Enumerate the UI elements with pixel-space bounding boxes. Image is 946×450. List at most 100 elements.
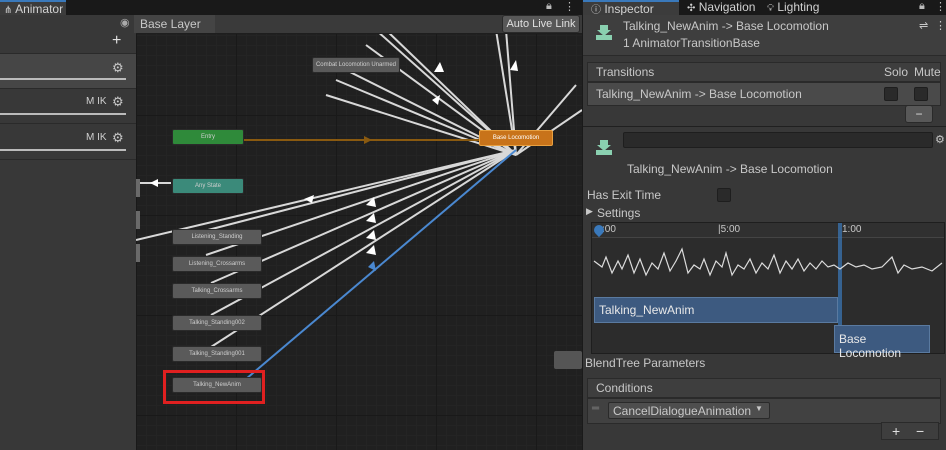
layer-flags: M IK <box>86 132 107 143</box>
inspector-header: Talking_NewAnim -> Base Locomotion 1 Ani… <box>583 15 946 56</box>
condition-row[interactable]: ═ CancelDialogueAnimation ▼ <box>587 398 941 424</box>
kebab-menu-icon[interactable]: ⋮ <box>935 0 946 13</box>
tab-lighting[interactable]: 💡︎ Lighting <box>763 0 853 15</box>
lightbulb-icon: 💡︎ <box>767 3 774 14</box>
tab-inspector-label: Inspector <box>604 2 654 16</box>
arrow-icon <box>304 195 314 203</box>
mute-label: Mute <box>914 65 941 79</box>
layer-weight-slider[interactable] <box>0 113 126 115</box>
arrow-icon <box>510 60 518 71</box>
timeline-ruler[interactable]: :00 |5:00 1:00 <box>592 223 944 238</box>
state-machine-graph[interactable]: Combat Locomotion Unarmed Entry Base Loc… <box>136 15 582 450</box>
arrow-icon <box>364 136 372 144</box>
has-exit-time-checkbox[interactable] <box>717 188 731 202</box>
add-condition-button[interactable]: + <box>892 423 900 439</box>
dest-clip-bar[interactable]: Base Locomotion <box>834 325 930 360</box>
transition-icon <box>595 23 613 41</box>
tab-animator[interactable]: ⋔ Animator <box>0 0 66 16</box>
offscreen-node-stub <box>136 179 140 197</box>
transition-list-item[interactable]: Talking_NewAnim -> Base Locomotion <box>587 82 941 106</box>
tab-inspector[interactable]: ⓘ Inspector <box>583 0 679 16</box>
layer-weight-slider[interactable] <box>0 78 126 80</box>
transition-name-field[interactable] <box>623 132 933 148</box>
drag-handle-icon[interactable]: ═ <box>592 403 599 414</box>
lock-icon[interactable]: 🔒︎ <box>919 0 925 13</box>
curve-graph <box>593 247 943 277</box>
kebab-menu-icon[interactable]: ⋮ <box>564 0 575 13</box>
blend-tree-parameters-label: BlendTree Parameters <box>585 356 706 370</box>
any-state-node[interactable]: Any State <box>172 178 244 194</box>
layer-flags: M IK <box>86 96 107 107</box>
conditions-label: Conditions <box>596 381 653 395</box>
breadcrumb[interactable]: Base Layer <box>134 15 215 33</box>
layer-row[interactable]: ⚙ <box>0 53 136 89</box>
conditions-header: Conditions <box>587 378 941 398</box>
animator-window-bar: 🔒︎ ⋮ <box>136 0 582 15</box>
header-subtitle: 1 AnimatorTransitionBase <box>623 36 760 50</box>
state-node-combat[interactable]: Combat Locomotion Unarmed <box>312 57 400 73</box>
gear-icon[interactable]: ⚙ <box>112 60 124 76</box>
state-node-talking-crossarms[interactable]: Talking_Crossarms <box>172 283 262 299</box>
offscreen-node-stub <box>136 211 140 229</box>
transition-timeline[interactable]: :00 |5:00 1:00 Talking_NewAnim Base Loco… <box>591 222 945 360</box>
tick-label: |5:00 <box>718 224 741 235</box>
transition-line <box>325 94 517 156</box>
offscreen-node-stub <box>136 244 140 262</box>
settings-foldout[interactable]: Settings <box>597 206 640 220</box>
state-node-listening-standing[interactable]: Listening_Standing <box>172 229 262 245</box>
chevron-down-icon: ▼ <box>755 404 763 413</box>
source-clip-bar[interactable]: Talking_NewAnim <box>594 297 838 323</box>
divider <box>583 126 946 127</box>
layers-panel: ⋔ Animator + ⚙ M IK ⚙ M IK ⚙ <box>0 0 136 450</box>
layer-row[interactable]: M IK ⚙ <box>0 89 136 124</box>
animator-tabbar: ⋔ Animator <box>0 0 136 16</box>
gear-icon[interactable]: ⚙ <box>112 94 124 110</box>
breadcrumb-base-layer[interactable]: Base Layer <box>140 17 201 31</box>
entry-node[interactable]: Entry <box>172 129 244 145</box>
add-layer-button[interactable]: + <box>112 32 121 50</box>
state-node-talking-standing002[interactable]: Talking_Standing002 <box>172 315 262 331</box>
condition-parameter-dropdown[interactable]: CancelDialogueAnimation ▼ <box>608 402 770 419</box>
settings-sliders-icon[interactable]: ⇌ <box>919 19 928 32</box>
eye-icon[interactable]: ◉ <box>120 16 130 29</box>
tab-navigation-label: Navigation <box>698 0 756 14</box>
solo-label: Solo <box>884 65 909 79</box>
dest-clip-label: Base Locomotion <box>839 332 902 360</box>
graph-breadcrumb-bar: ◉ Base Layer Auto Live Link <box>120 15 582 34</box>
layer-weight-slider[interactable] <box>0 149 126 151</box>
condition-parameter-value: CancelDialogueAnimation <box>613 404 752 418</box>
navigation-icon: ✣ <box>687 3 696 14</box>
arrow-icon <box>150 179 158 187</box>
gear-icon[interactable]: ⚙ <box>935 133 945 146</box>
tab-lighting-label: Lighting <box>777 0 820 14</box>
arrow-icon <box>368 261 376 271</box>
tab-navigation[interactable]: ✣ Navigation <box>683 0 773 15</box>
remove-transition-button[interactable]: − <box>905 105 933 123</box>
animator-icon: ⋔ <box>4 5 13 16</box>
gear-icon[interactable]: ⚙ <box>112 130 124 146</box>
kebab-menu-icon[interactable]: ⋮ <box>935 19 946 32</box>
header-title: Talking_NewAnim -> Base Locomotion <box>623 19 829 33</box>
solo-checkbox[interactable] <box>884 87 898 101</box>
transition-detail-title: Talking_NewAnim -> Base Locomotion <box>627 162 833 176</box>
remove-condition-button[interactable]: − <box>916 423 924 439</box>
auto-live-link-button[interactable]: Auto Live Link <box>502 15 580 33</box>
state-node-talking-standing001[interactable]: Talking_Standing001 <box>172 346 262 362</box>
transition-icon <box>595 138 613 156</box>
state-node-base-locomotion[interactable]: Base Locomotion <box>479 130 553 146</box>
lock-icon[interactable]: 🔒︎ <box>546 0 552 13</box>
offscreen-node-stub <box>554 351 582 369</box>
transition-line <box>136 149 517 241</box>
layer-row[interactable]: M IK ⚙ <box>0 125 136 160</box>
inspector-tabbar: ⓘ Inspector ✣ Navigation 💡︎ Lighting 🔒︎ … <box>583 0 946 16</box>
has-exit-time-label: Has Exit Time <box>587 188 662 202</box>
chevron-right-icon[interactable]: ▶ <box>586 206 593 217</box>
mute-checkbox[interactable] <box>914 87 928 101</box>
layers-toolbar: + <box>0 32 136 52</box>
transition-item-label: Talking_NewAnim -> Base Locomotion <box>596 87 802 101</box>
state-node-listening-crossarms[interactable]: Listening_Crossarms <box>172 256 262 272</box>
arrow-icon <box>434 62 444 72</box>
transitions-label: Transitions <box>596 65 655 79</box>
conditions-footer: + − <box>881 422 939 440</box>
source-clip-label: Talking_NewAnim <box>599 303 695 317</box>
